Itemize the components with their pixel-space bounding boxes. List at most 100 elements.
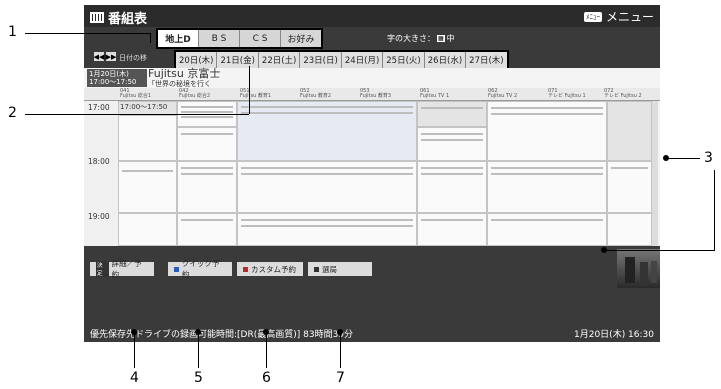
date-tab[interactable]: 27日(木)	[465, 52, 507, 68]
callout-3-line	[605, 250, 715, 251]
date-tabs: 20日(木) 21日(金) 22日(土) 23日(日) 24日(月) 25日(火…	[174, 50, 509, 70]
program-cell[interactable]	[487, 101, 607, 161]
channel-051[interactable]: 051 Fujitsu 教育1	[240, 89, 271, 99]
date-tab[interactable]: 20日(木)	[176, 52, 217, 68]
program-grid-scrollbar[interactable]	[652, 101, 658, 246]
font-size-control[interactable]: 字の大きさ： ▦ 中	[387, 33, 455, 44]
channel-name: Fujitsu 総合1	[120, 93, 152, 99]
date-tab[interactable]: 22日(土)	[257, 52, 300, 68]
callout-3-dot	[663, 155, 669, 161]
callout-2-line	[249, 66, 250, 114]
channel-062[interactable]: 062 Fujitsu TV 2	[488, 89, 517, 99]
next-day-icon[interactable]: ▶▶	[106, 52, 116, 61]
menu-key-icon: ﾒﾆｭｰ	[583, 11, 602, 22]
callout-7-line	[340, 332, 341, 368]
callout-1: 1	[8, 24, 17, 40]
tab-favorites[interactable]: お好み	[280, 30, 321, 47]
program-cell[interactable]	[237, 161, 417, 213]
callout-7-dot	[337, 329, 343, 335]
program-cell[interactable]	[607, 161, 652, 213]
channel-061[interactable]: 061 Fujitsu TV 1	[420, 89, 449, 99]
channel-041[interactable]: 041 Fujitsu 総合1	[120, 89, 151, 99]
program-cell[interactable]	[177, 127, 237, 161]
program-cell[interactable]	[118, 115, 177, 161]
menu-label: メニュー	[605, 10, 654, 24]
channel-header: 041 Fujitsu 総合1 042 Fujitsu 総合2 051 Fujitsu…	[84, 88, 660, 101]
callout-4: 4	[130, 370, 139, 386]
page-title: 番組表	[90, 8, 147, 27]
program-cell[interactable]	[417, 213, 487, 246]
channel-name: Fujitsu TV 2	[488, 93, 518, 99]
callout-1-line	[150, 33, 151, 43]
callout-1-line	[25, 33, 150, 34]
first-program-time: 17:00～17:50	[120, 103, 168, 111]
previous-day-icon[interactable]: ◀◀	[94, 52, 104, 61]
time-column: 17:00 18:00 19:00	[84, 101, 119, 246]
date-row: ◀◀ ▶▶ 日付の移 20日(木) 21日(金) 22日(土) 23日(日) 2…	[84, 50, 660, 70]
program-grid: 17:00 18:00 19:00 17:00～17:50	[84, 101, 660, 246]
enter-key-icon: 決定	[96, 261, 109, 277]
custom-reserve-button[interactable]: カスタム予約	[237, 262, 303, 276]
program-cell[interactable]	[237, 101, 417, 161]
time-label: 18:00	[88, 157, 110, 166]
program-cell[interactable]	[177, 161, 237, 213]
recording-capacity-status: 優先保存先ドライブの録画可能時間:[DR(最高画質)] 83時間39分	[90, 330, 354, 340]
date-tab[interactable]: 26日(水)	[423, 52, 466, 68]
detail-reserve-button[interactable]: 決定 詳細／予約	[90, 259, 154, 279]
callout-3-line	[668, 158, 700, 159]
channel-052[interactable]: 052 Fujitsu 教育2	[300, 89, 331, 99]
title-bar: 番組表 ﾒﾆｭｰ メニュー	[84, 5, 660, 27]
program-guide-icon	[90, 12, 104, 23]
program-cell[interactable]	[177, 213, 237, 246]
select-channel-button[interactable]: 選局	[308, 262, 372, 276]
program-cell[interactable]	[417, 127, 487, 161]
play-key-icon	[314, 266, 319, 272]
callout-3-dot	[601, 247, 607, 253]
channel-072[interactable]: 072 テレビ Fujitsu 2	[604, 89, 642, 99]
program-cell[interactable]	[607, 101, 652, 161]
channel-042[interactable]: 042 Fujitsu 総合2	[179, 89, 210, 99]
font-size-key-icon: ▦	[437, 35, 445, 42]
menu-button[interactable]: ﾒﾆｭｰ メニュー	[583, 8, 654, 25]
date-tab[interactable]: 23日(日)	[299, 52, 341, 68]
channel-053[interactable]: 053 Fujitsu 教育3	[360, 89, 391, 99]
quick-reserve-button[interactable]: クイック予約	[168, 259, 232, 279]
callout-6: 6	[262, 370, 271, 386]
callout-5-line	[198, 332, 199, 368]
channel-071[interactable]: 071 テレビ Fujitsu 1	[548, 89, 586, 99]
channel-name: Fujitsu 教育3	[360, 93, 392, 99]
select-channel-label: 選局	[322, 264, 337, 274]
program-cell[interactable]	[487, 161, 607, 213]
program-cell[interactable]	[487, 213, 607, 246]
tab-bs[interactable]: B S	[198, 30, 239, 47]
program-cell[interactable]	[237, 213, 417, 246]
date-tab[interactable]: 21日(金)	[216, 52, 258, 68]
selected-program-datetime: 1月20日(木) 17:00～17:50	[87, 69, 147, 87]
callout-3-line	[714, 170, 715, 250]
custom-reserve-label: カスタム予約	[251, 264, 296, 274]
channel-name: テレビ Fujitsu 2	[604, 93, 642, 99]
date-tab[interactable]: 25日(火)	[382, 52, 424, 68]
font-size-value: 中	[446, 34, 455, 43]
current-datetime: 1月20日(木) 16:30	[574, 330, 654, 340]
time-label: 17:00	[88, 103, 110, 112]
tab-cs[interactable]: C S	[239, 30, 280, 47]
program-cell[interactable]	[118, 213, 177, 246]
selected-program-title: Fujitsu 京富士	[148, 67, 221, 80]
callout-6-dot	[263, 329, 269, 335]
channel-name: Fujitsu TV 1	[420, 93, 450, 99]
date-tab[interactable]: 24日(月)	[340, 52, 383, 68]
program-cell[interactable]	[607, 213, 652, 246]
font-size-label: 字の大きさ：	[387, 34, 435, 43]
tab-terrestrial[interactable]: 地上D	[158, 30, 198, 47]
channel-name: Fujitsu 教育2	[300, 93, 332, 99]
preview-thumbnail	[617, 249, 660, 288]
callout-4-dot	[131, 329, 137, 335]
program-cell[interactable]	[417, 101, 487, 127]
callout-7: 7	[336, 370, 345, 386]
date-nav-label: 日付の移	[119, 54, 147, 62]
program-cell[interactable]	[417, 161, 487, 213]
callout-3: 3	[704, 150, 713, 166]
program-cell[interactable]	[118, 161, 177, 213]
epg-screen: 番組表 ﾒﾆｭｰ メニュー 地上D B S C S お好み 字の大きさ： ▦ 中…	[84, 5, 660, 342]
